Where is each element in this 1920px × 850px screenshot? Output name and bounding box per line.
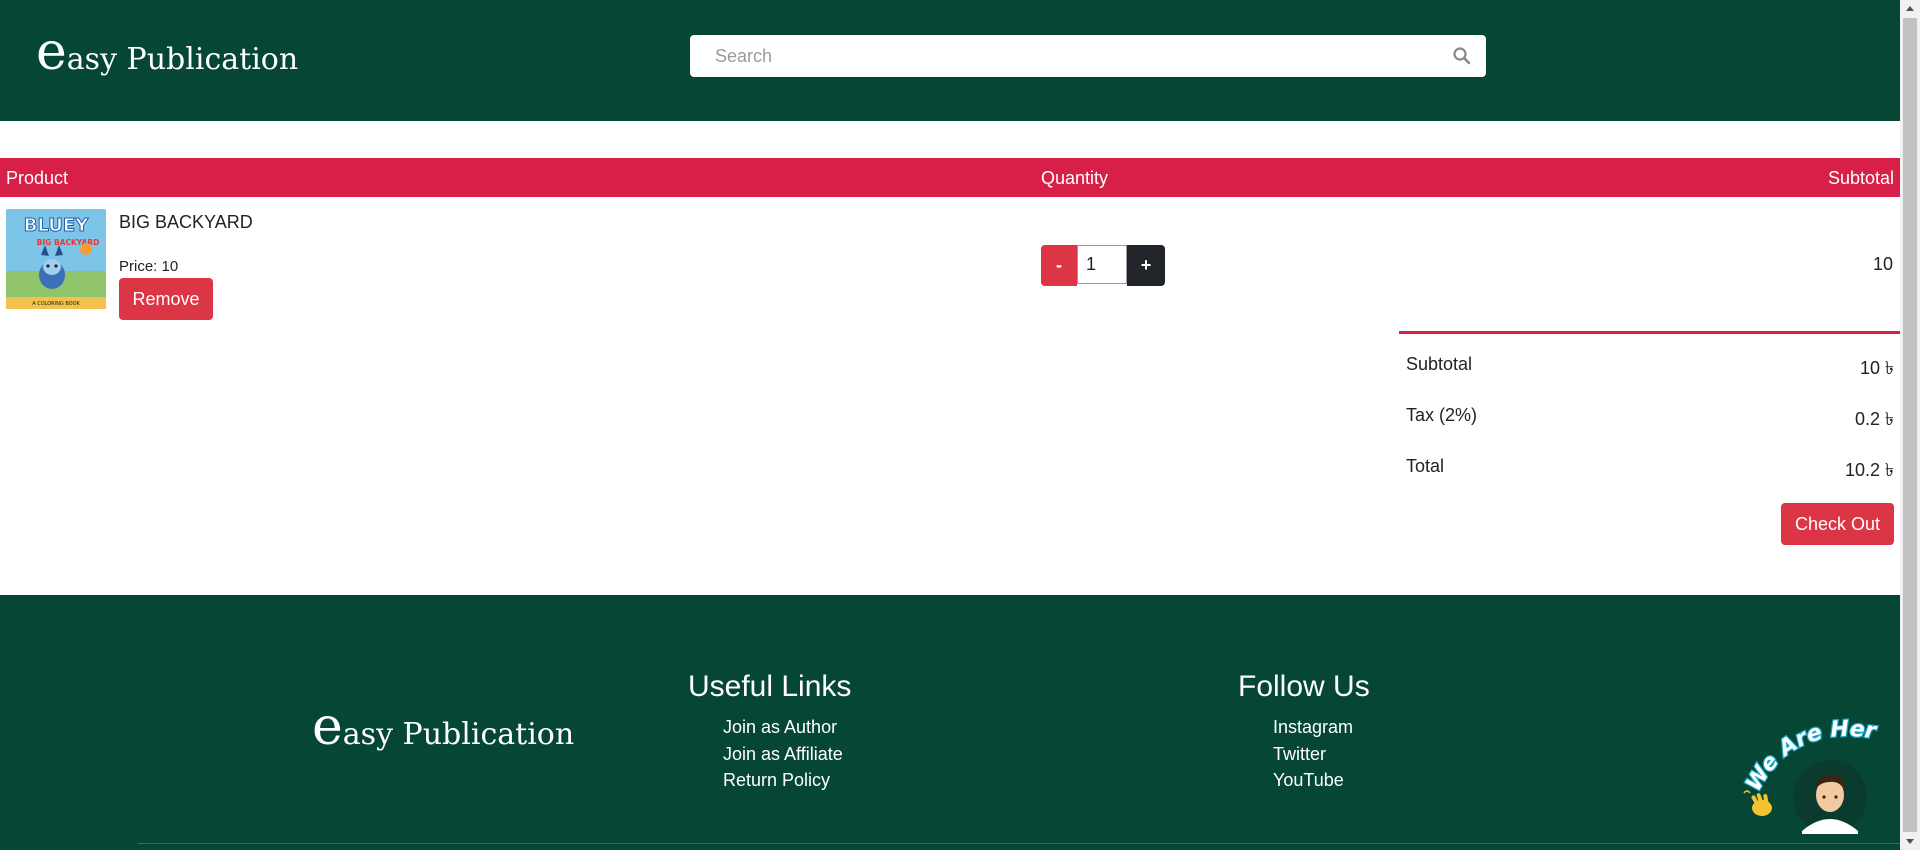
summary-tax-value: 0.2 ৳ <box>1855 409 1894 429</box>
site-footer: easy Publication Useful Links Join as Au… <box>0 595 1900 850</box>
footer-link-twitter[interactable]: Twitter <box>1273 741 1353 768</box>
summary-subtotal-label: Subtotal <box>1406 354 1473 374</box>
product-name[interactable]: BIG BACKYARD <box>119 212 253 233</box>
scrollbar-thumb[interactable] <box>1903 18 1917 832</box>
product-price: Price: 10 <box>119 258 179 275</box>
column-header-quantity: Quantity <box>1041 168 1109 188</box>
scroll-up-arrow-icon[interactable] <box>1900 0 1920 17</box>
footer-link-return-policy[interactable]: Return Policy <box>723 767 843 794</box>
site-header: easy Publication <box>0 0 1900 121</box>
column-header-subtotal: Subtotal <box>1827 168 1894 188</box>
summary-total-value: 10.2 ৳ <box>1845 460 1894 480</box>
cover-caption: A COLORING BOOK <box>32 301 80 307</box>
useful-links-list: Join as Author Join as Affiliate Return … <box>723 714 843 794</box>
search-input[interactable] <box>690 35 1430 77</box>
logo-initial: e <box>36 22 67 82</box>
footer-divider <box>138 843 1900 844</box>
footer-logo-text: asy Publication <box>342 717 575 752</box>
increase-quantity-button[interactable]: + <box>1127 245 1165 286</box>
checkout-button[interactable]: Check Out <box>1781 503 1894 545</box>
footer-link-join-affiliate[interactable]: Join as Affiliate <box>723 741 843 768</box>
logo-text: asy Publication <box>66 42 299 77</box>
follow-us-list: Instagram Twitter YouTube <box>1273 714 1353 794</box>
summary-total-label: Total <box>1406 456 1445 476</box>
footer-link-join-author[interactable]: Join as Author <box>723 714 843 741</box>
follow-us-title: Follow Us <box>1238 670 1370 703</box>
waving-hand-icon <box>1743 790 1772 816</box>
cover-brand: BLUEY <box>24 215 89 236</box>
footer-link-youtube[interactable]: YouTube <box>1273 767 1353 794</box>
product-cover-image[interactable]: BLUEY BIG BACKYARD A COLORING BOOK <box>6 209 106 309</box>
search-icon[interactable] <box>1452 46 1472 66</box>
search-bar <box>690 35 1486 77</box>
page: easy Publication Product Quantity Subtot… <box>0 0 1920 850</box>
site-logo[interactable]: easy Publication <box>36 26 298 78</box>
summary-row-total: Total 10.2 ৳ <box>1399 436 1900 487</box>
footer-logo[interactable]: easy Publication <box>312 701 574 753</box>
avatar-icon <box>1793 760 1867 834</box>
scroll-down-arrow-icon[interactable] <box>1900 833 1920 850</box>
footer-link-instagram[interactable]: Instagram <box>1273 714 1353 741</box>
column-header-product: Product <box>6 168 69 188</box>
chat-widget[interactable]: We Are Here! <box>1740 715 1900 850</box>
item-subtotal: 10 <box>1872 254 1893 274</box>
order-summary: Subtotal 10 ৳ Tax (2%) 0.2 ৳ Total 10.2 … <box>1399 331 1900 487</box>
footer-logo-initial: e <box>312 697 343 757</box>
decrease-quantity-button[interactable]: - <box>1041 245 1077 286</box>
summary-tax-label: Tax (2%) <box>1406 405 1478 425</box>
summary-row-subtotal: Subtotal 10 ৳ <box>1399 334 1900 385</box>
useful-links-title: Useful Links <box>688 670 852 703</box>
page-scrollbar[interactable] <box>1900 0 1920 850</box>
quantity-input[interactable] <box>1077 245 1127 284</box>
cart-table-header: Product Quantity Subtotal <box>0 158 1900 197</box>
summary-row-tax: Tax (2%) 0.2 ৳ <box>1399 385 1900 436</box>
summary-subtotal-value: 10 ৳ <box>1860 358 1894 378</box>
remove-item-button[interactable]: Remove <box>119 278 213 320</box>
